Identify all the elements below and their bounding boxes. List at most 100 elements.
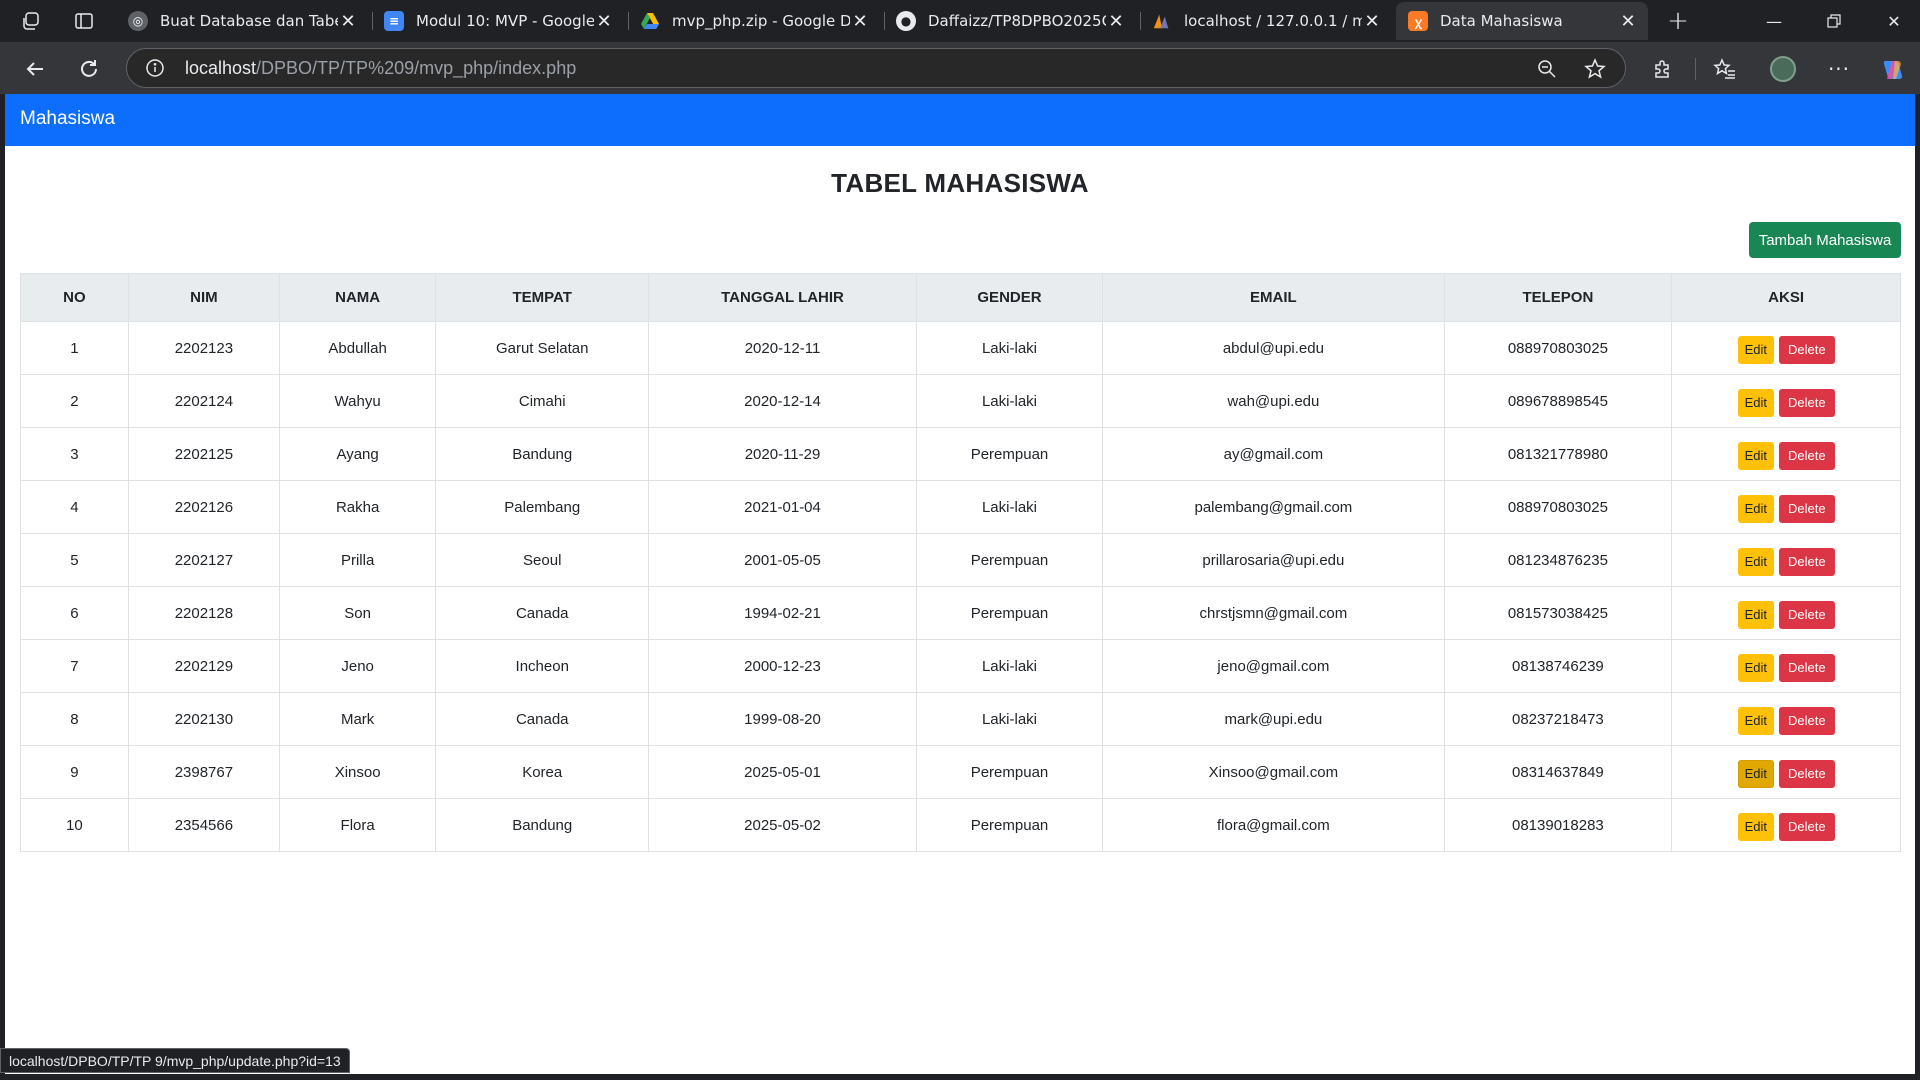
close-tab-icon[interactable]: ✕ bbox=[338, 11, 358, 32]
delete-button[interactable]: Delete bbox=[1778, 548, 1835, 576]
tab-actions-icon[interactable] bbox=[70, 8, 98, 34]
delete-button[interactable]: Delete bbox=[1778, 336, 1835, 364]
table-row: 7 2202129 Jeno Incheon 2000-12-23 Laki-laki je… bbox=[20, 639, 1901, 693]
favorites-icon[interactable] bbox=[1708, 52, 1742, 86]
delete-button[interactable]: Delete bbox=[1778, 389, 1835, 417]
restore-icon[interactable] bbox=[1804, 0, 1864, 42]
browser-tab-3[interactable]: mvp_php.zip - Google Drive ✕ bbox=[628, 2, 880, 40]
cell-no: 3 bbox=[20, 427, 129, 481]
site-info-icon[interactable] bbox=[145, 58, 165, 78]
cell-email: abdul@upi.edu bbox=[1102, 321, 1445, 375]
cell-gender: Laki-laki bbox=[915, 692, 1104, 746]
close-tab-icon[interactable]: ✕ bbox=[594, 11, 614, 32]
cell-actions: Edit Delete bbox=[1671, 639, 1901, 693]
table-row: 1 2202123 Abdullah Garut Selatan 2020-12-11 L… bbox=[20, 321, 1901, 375]
edit-button[interactable]: Edit bbox=[1737, 442, 1774, 470]
browser-tab-strip: ◎ Buat Database dan Tabel ✕ ≡ Modul 10: … bbox=[0, 0, 1920, 42]
edit-button[interactable]: Edit bbox=[1737, 548, 1774, 576]
table-row: 2 2202124 Wahyu Cimahi 2020-12-14 Laki-laki wa… bbox=[20, 374, 1901, 428]
edit-button[interactable]: Edit bbox=[1737, 760, 1774, 788]
browser-tab-2[interactable]: ≡ Modul 10: MVP - Google Docs ✕ bbox=[372, 2, 624, 40]
delete-button[interactable]: Delete bbox=[1778, 707, 1835, 735]
edit-button[interactable]: Edit bbox=[1737, 813, 1774, 841]
status-bar-url: localhost/DPBO/TP/TP 9/mvp_php/update.ph… bbox=[0, 1048, 350, 1073]
close-tab-icon[interactable]: ✕ bbox=[1618, 11, 1638, 32]
close-tab-icon[interactable]: ✕ bbox=[1106, 11, 1126, 32]
cell-tanggal-lahir: 2025-05-01 bbox=[648, 745, 917, 799]
cell-tempat: Bandung bbox=[435, 427, 650, 481]
cell-email: flora@gmail.com bbox=[1102, 798, 1445, 852]
cell-actions: Edit Delete bbox=[1671, 586, 1901, 640]
cell-tanggal-lahir: 2021-01-04 bbox=[648, 480, 917, 534]
address-bar[interactable]: localhost/DPBO/TP/TP%209/mvp_php/index.p… bbox=[126, 48, 1626, 88]
close-window-icon[interactable]: ✕ bbox=[1864, 0, 1920, 42]
delete-button[interactable]: Delete bbox=[1778, 601, 1835, 629]
column-header-nama: NAMA bbox=[279, 273, 437, 322]
close-tab-icon[interactable]: ✕ bbox=[1362, 11, 1382, 32]
zoom-icon[interactable] bbox=[1535, 57, 1559, 81]
edit-button[interactable]: Edit bbox=[1737, 336, 1774, 364]
delete-button[interactable]: Delete bbox=[1778, 442, 1835, 470]
more-menu-icon[interactable]: ··· bbox=[1822, 52, 1856, 86]
cell-nama: Prilla bbox=[279, 533, 437, 587]
cell-tempat: Seoul bbox=[435, 533, 650, 587]
cell-tempat: Korea bbox=[435, 745, 650, 799]
cell-gender: Perempuan bbox=[915, 798, 1104, 852]
cell-gender: Perempuan bbox=[915, 586, 1104, 640]
edit-button[interactable]: Edit bbox=[1737, 707, 1774, 735]
cell-gender: Laki-laki bbox=[915, 639, 1104, 693]
table-row: 6 2202128 Son Canada 1994-02-21 Perempuan chrs… bbox=[20, 586, 1901, 640]
extensions-icon[interactable] bbox=[1646, 52, 1680, 86]
cell-tempat: Palembang bbox=[435, 480, 650, 534]
cell-gender: Perempuan bbox=[915, 533, 1104, 587]
table-row: 8 2202130 Mark Canada 1999-08-20 Laki-laki mar… bbox=[20, 692, 1901, 746]
cell-telepon: 088970803025 bbox=[1443, 480, 1673, 534]
column-header-aksi: AKSI bbox=[1671, 273, 1901, 322]
cell-tanggal-lahir: 2001-05-05 bbox=[648, 533, 917, 587]
cell-nim: 2202130 bbox=[127, 692, 281, 746]
cell-tanggal-lahir: 1994-02-21 bbox=[648, 586, 917, 640]
cell-nama: Wahyu bbox=[279, 374, 437, 428]
cell-tempat: Garut Selatan bbox=[435, 321, 650, 375]
cell-tempat: Incheon bbox=[435, 639, 650, 693]
cell-email: mark@upi.edu bbox=[1102, 692, 1445, 746]
edit-button[interactable]: Edit bbox=[1737, 601, 1774, 629]
cell-nama: Abdullah bbox=[279, 321, 437, 375]
close-tab-icon[interactable]: ✕ bbox=[850, 11, 870, 32]
url-text[interactable]: localhost/DPBO/TP/TP%209/mvp_php/index.p… bbox=[185, 58, 576, 79]
cell-no: 2 bbox=[20, 374, 129, 428]
cell-nama: Rakha bbox=[279, 480, 437, 534]
browser-tab-6-active[interactable]: ꭓ Data Mahasiswa ✕ bbox=[1396, 2, 1648, 40]
delete-button[interactable]: Delete bbox=[1778, 495, 1835, 523]
workspaces-icon[interactable] bbox=[18, 8, 46, 34]
delete-button[interactable]: Delete bbox=[1778, 760, 1835, 788]
cell-email: chrstjsmn@gmail.com bbox=[1102, 586, 1445, 640]
cell-email: prillarosaria@upi.edu bbox=[1102, 533, 1445, 587]
bookmark-star-icon[interactable] bbox=[1583, 57, 1607, 81]
cell-actions: Edit Delete bbox=[1671, 745, 1901, 799]
edit-button[interactable]: Edit bbox=[1737, 495, 1774, 523]
add-student-button[interactable]: Tambah Mahasiswa bbox=[1749, 222, 1901, 258]
minimize-icon[interactable]: — bbox=[1744, 0, 1804, 42]
back-icon[interactable] bbox=[18, 52, 52, 86]
cell-tempat: Bandung bbox=[435, 798, 650, 852]
cell-tanggal-lahir: 2020-11-29 bbox=[648, 427, 917, 481]
cell-no: 8 bbox=[20, 692, 129, 746]
edit-button[interactable]: Edit bbox=[1737, 654, 1774, 682]
delete-button[interactable]: Delete bbox=[1778, 813, 1835, 841]
browser-tab-4[interactable]: ● Daffaizz/TP8DPBO2025C1 ✕ bbox=[884, 2, 1136, 40]
tab-title: Modul 10: MVP - Google Docs bbox=[416, 12, 594, 30]
cell-nim: 2354566 bbox=[127, 798, 281, 852]
profile-avatar[interactable] bbox=[1766, 52, 1800, 86]
browser-tab-5[interactable]: localhost / 127.0.0.1 / mvp ✕ bbox=[1140, 2, 1392, 40]
new-tab-icon[interactable]: + bbox=[1664, 6, 1692, 36]
delete-button[interactable]: Delete bbox=[1778, 654, 1835, 682]
navbar-brand[interactable]: Mahasiswa bbox=[20, 108, 115, 130]
copilot-icon[interactable] bbox=[1876, 52, 1910, 86]
reload-icon[interactable] bbox=[72, 52, 106, 86]
browser-tab-1[interactable]: ◎ Buat Database dan Tabel ✕ bbox=[116, 2, 368, 40]
cell-nim: 2202124 bbox=[127, 374, 281, 428]
edit-button[interactable]: Edit bbox=[1737, 389, 1774, 417]
cell-tempat: Canada bbox=[435, 692, 650, 746]
cell-telepon: 089678898545 bbox=[1443, 374, 1673, 428]
